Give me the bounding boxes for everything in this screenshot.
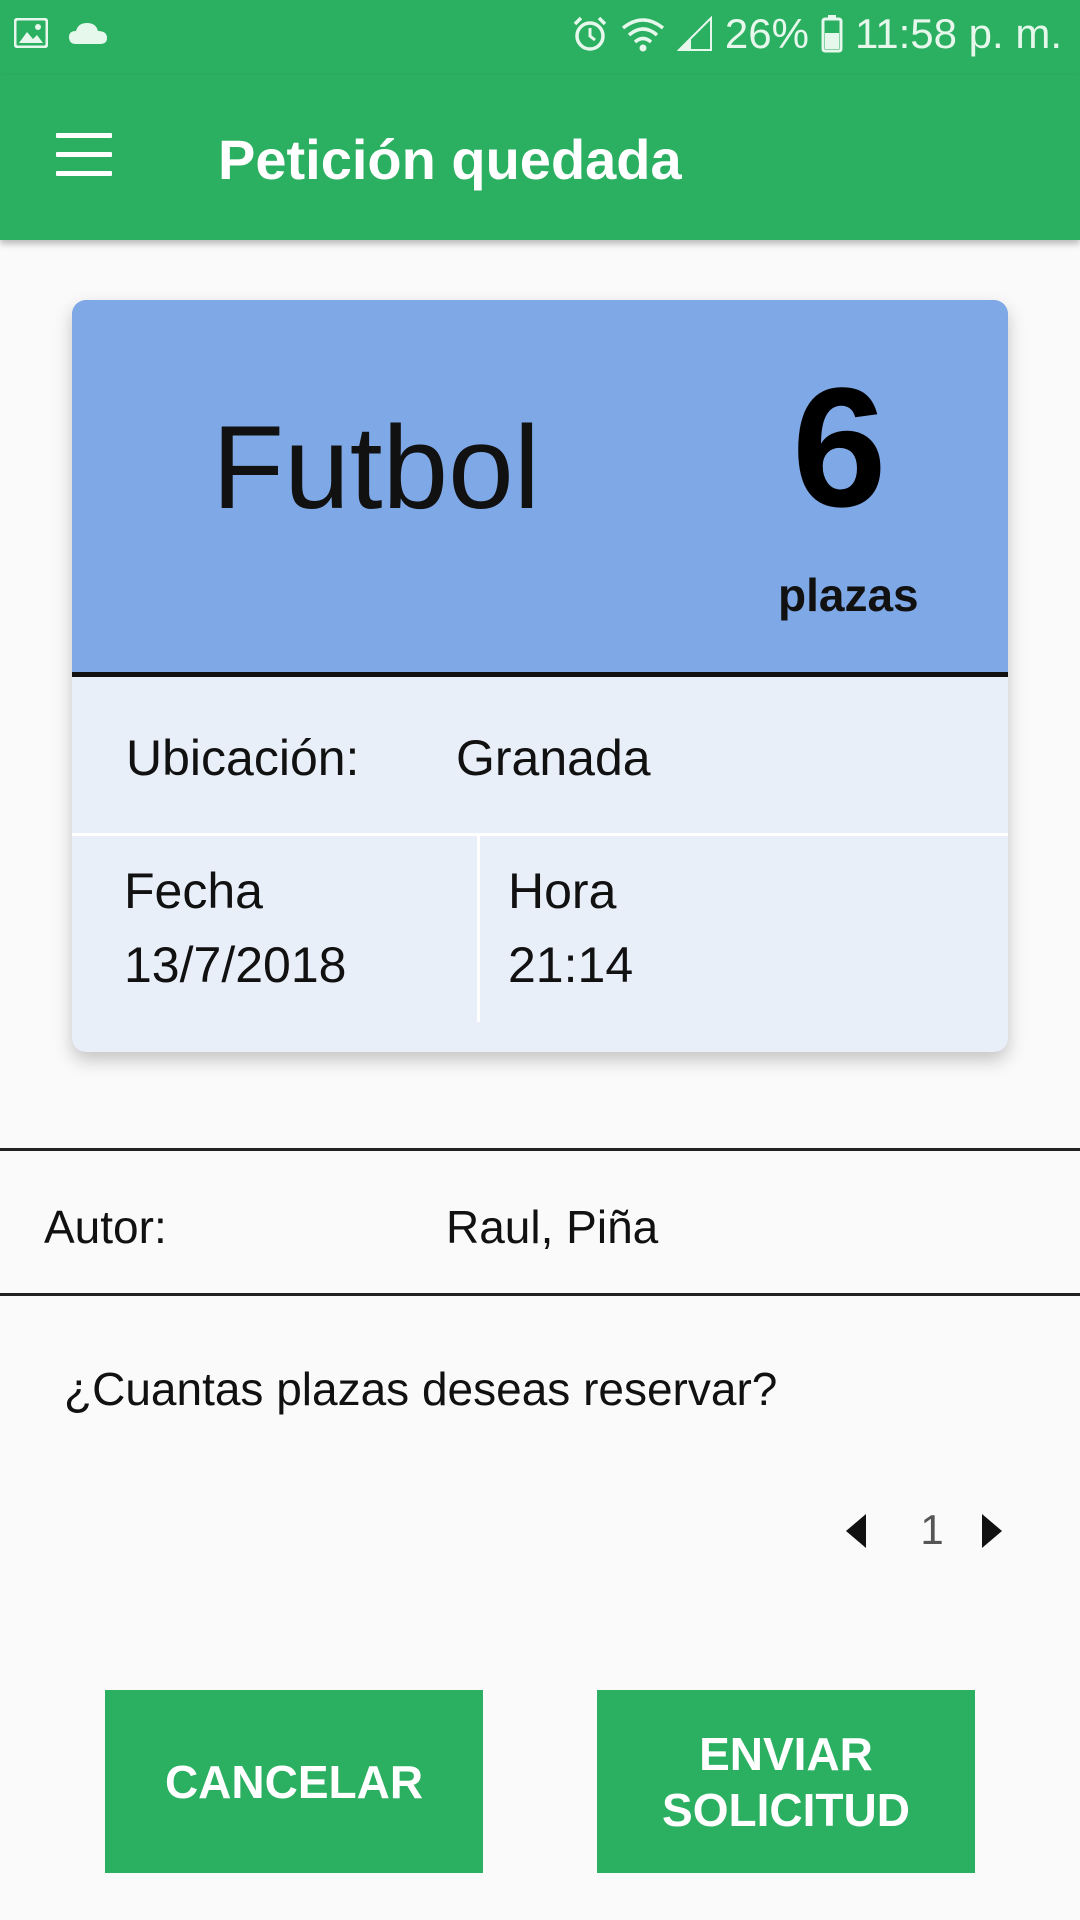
location-label: Ubicación:: [126, 730, 360, 786]
event-card-header: Futbol 6 plazas: [72, 300, 1008, 677]
hour-label: Hora: [508, 863, 617, 919]
image-icon: [14, 18, 48, 48]
signal-icon: [676, 16, 712, 51]
cloud-icon: [69, 23, 107, 44]
battery-icon: [821, 15, 843, 53]
vertical-divider: [477, 836, 480, 1022]
cancel-button-label: CANCELAR: [164, 1755, 424, 1808]
divider-top: [0, 1148, 1080, 1151]
date-label: Fecha: [124, 863, 263, 919]
app-bar: Petición quedada: [0, 75, 1080, 240]
send-request-button-label: ENVIAR SOLICITUD: [662, 1727, 910, 1836]
status-time: 11:58 p. m.: [854, 10, 1062, 57]
reservation-question: ¿Cuantas plazas deseas reservar?: [64, 1363, 778, 1415]
hour-value: 21:14: [508, 937, 634, 993]
places-stepper: 1: [840, 1500, 1020, 1560]
location-value: Granada: [456, 730, 651, 786]
author-value: Raul, Piña: [446, 1201, 659, 1253]
date-value: 13/7/2018: [124, 937, 347, 993]
divider-bottom: [0, 1293, 1080, 1296]
increment-arrow-icon[interactable]: [982, 1514, 1002, 1548]
stepper-value[interactable]: 1: [912, 1506, 952, 1554]
event-card: Futbol 6 plazas Ubicación: Granada Fecha…: [72, 300, 1008, 1052]
sport-name: Futbol: [212, 402, 540, 534]
battery-percent: 26%: [724, 10, 809, 57]
alarm-icon: [573, 16, 607, 51]
wifi-icon: [621, 18, 665, 52]
location-row: Ubicación: Granada: [72, 677, 1008, 836]
status-left-icons: [14, 18, 108, 48]
places-count: 6: [792, 353, 887, 543]
cancel-button[interactable]: CANCELAR: [105, 1690, 483, 1873]
decrement-arrow-icon[interactable]: [846, 1514, 866, 1548]
status-right: 26% 11:58 p. m.: [571, 10, 1062, 58]
send-request-button[interactable]: ENVIAR SOLICITUD: [597, 1690, 975, 1873]
places-label: plazas: [778, 569, 919, 621]
status-bar: 26% 11:58 p. m.: [0, 0, 1080, 75]
author-label: Autor:: [44, 1201, 167, 1253]
hamburger-menu-icon[interactable]: [56, 133, 112, 177]
page-title: Petición quedada: [218, 128, 682, 191]
